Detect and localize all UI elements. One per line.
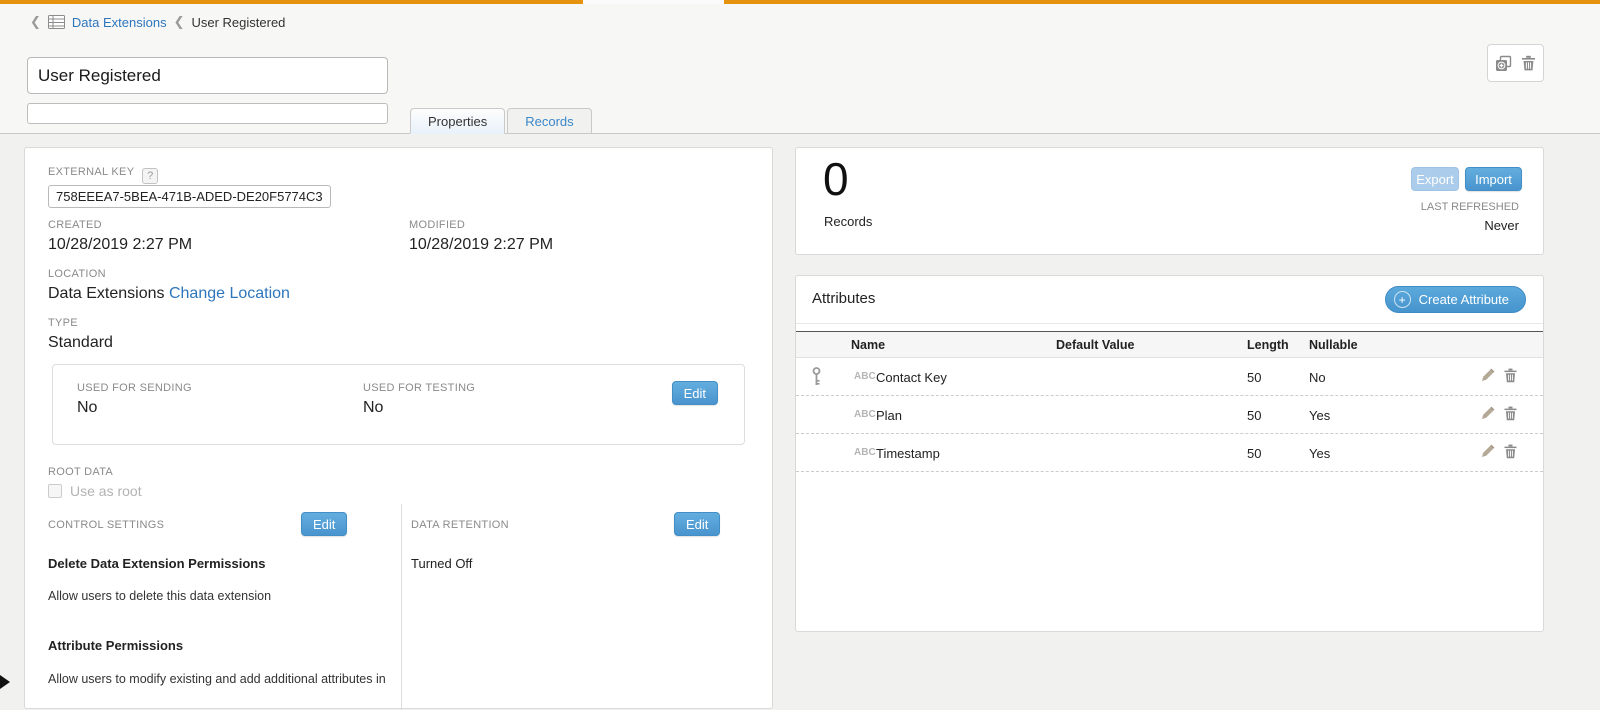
attribute-row: ABC Plan 50 Yes [796, 396, 1543, 434]
change-location-link[interactable]: Change Location [169, 285, 290, 302]
export-button[interactable]: Export [1411, 167, 1459, 191]
text-type-icon: ABC [854, 409, 876, 420]
attr-nullable: Yes [1309, 446, 1330, 461]
use-as-root-checkbox[interactable] [48, 484, 62, 498]
root-data-label: ROOT DATA [48, 466, 113, 478]
data-retention-value: Turned Off [411, 556, 472, 571]
attributes-title: Attributes [812, 290, 875, 307]
modified-label: MODIFIED [409, 219, 465, 231]
tab-properties[interactable]: Properties [410, 108, 505, 134]
attribute-row: ABC Timestamp 50 Yes [796, 434, 1543, 472]
modified-value: 10/28/2019 2:27 PM [409, 236, 553, 254]
data-retention-edit-button[interactable]: Edit [674, 512, 720, 536]
text-type-icon: ABC [854, 371, 876, 382]
records-panel: 0 Records Export Import LAST REFRESHED N… [795, 147, 1544, 255]
data-extension-grid-icon [48, 15, 65, 29]
attribute-permissions-desc: Allow users to modify existing and add a… [48, 672, 386, 686]
external-key-input[interactable] [48, 185, 331, 208]
used-for-testing-value: No [363, 399, 383, 417]
last-refreshed-value: Never [1484, 218, 1519, 233]
plus-icon: + [1394, 291, 1411, 308]
attr-nullable: No [1309, 370, 1326, 385]
breadcrumb-current: User Registered [191, 15, 285, 30]
copy-icon[interactable] [1495, 55, 1512, 72]
used-for-sending-label: USED FOR SENDING [77, 382, 192, 394]
attr-name: Contact Key [876, 370, 947, 385]
page-header: ❮ Data Extensions ❮ User Registered Prop… [0, 4, 1600, 134]
attr-length: 50 [1247, 408, 1261, 423]
edit-attribute-icon[interactable] [1481, 368, 1495, 383]
last-refreshed-label: LAST REFRESHED [1421, 201, 1519, 213]
primary-key-icon [812, 367, 821, 391]
control-settings-label: CONTROL SETTINGS [48, 519, 164, 531]
sending-settings-box: USED FOR SENDING No USED FOR TESTING No … [52, 364, 745, 445]
attributes-panel: Attributes + Create Attribute Name Defau… [795, 275, 1544, 632]
delete-attribute-icon[interactable] [1504, 444, 1517, 459]
attr-length: 50 [1247, 370, 1261, 385]
name-input[interactable] [27, 57, 388, 94]
delete-attribute-icon[interactable] [1504, 406, 1517, 421]
control-settings-divider [401, 504, 402, 710]
use-as-root-label: Use as root [70, 483, 142, 499]
delete-attribute-icon[interactable] [1504, 368, 1517, 383]
attributes-header-divider [796, 323, 1543, 324]
data-retention-label: DATA RETENTION [411, 519, 509, 531]
attributes-table-header: Name Default Value Length Nullable [796, 331, 1543, 358]
description-input[interactable] [27, 103, 388, 124]
tab-bar: Properties Records [410, 108, 592, 134]
sending-edit-button[interactable]: Edit [672, 381, 718, 405]
location-label: LOCATION [48, 268, 106, 280]
used-for-testing-label: USED FOR TESTING [363, 382, 475, 394]
column-nullable: Nullable [1309, 338, 1358, 352]
edit-attribute-icon[interactable] [1481, 406, 1495, 421]
attribute-permissions-title: Attribute Permissions [48, 638, 183, 653]
created-value: 10/28/2019 2:27 PM [48, 236, 192, 254]
attr-length: 50 [1247, 446, 1261, 461]
used-for-sending-value: No [77, 399, 97, 417]
import-button[interactable]: Import [1465, 167, 1522, 191]
type-value: Standard [48, 334, 113, 352]
text-type-icon: ABC [854, 447, 876, 458]
records-label: Records [824, 214, 872, 229]
create-attribute-button[interactable]: + Create Attribute [1385, 286, 1526, 313]
edit-attribute-icon[interactable] [1481, 444, 1495, 459]
properties-panel: EXTERNAL KEY? CREATED 10/28/2019 2:27 PM… [24, 147, 773, 709]
breadcrumb-back-icon[interactable]: ❮ [30, 14, 41, 30]
column-default-value: Default Value [1056, 338, 1135, 352]
type-label: TYPE [48, 317, 78, 329]
location-value: Data Extensions Change Location [48, 285, 290, 303]
attr-name: Timestamp [876, 446, 940, 461]
delete-icon[interactable] [1521, 55, 1536, 71]
attr-name: Plan [876, 408, 902, 423]
attribute-row: ABC Contact Key 50 No [796, 358, 1543, 396]
column-length: Length [1247, 338, 1289, 352]
breadcrumb: ❮ Data Extensions ❮ User Registered [30, 11, 285, 33]
external-key-label: EXTERNAL KEY? [48, 166, 158, 184]
delete-permissions-title: Delete Data Extension Permissions [48, 556, 265, 571]
delete-permissions-desc: Allow users to delete this data extensio… [48, 589, 271, 603]
column-name: Name [851, 338, 885, 352]
records-count: 0 [823, 154, 849, 205]
created-label: CREATED [48, 219, 102, 231]
expand-panel-arrow-icon[interactable] [0, 675, 10, 689]
control-settings-edit-button[interactable]: Edit [301, 512, 347, 536]
breadcrumb-separator-icon: ❮ [174, 14, 185, 30]
breadcrumb-parent-link[interactable]: Data Extensions [72, 15, 167, 30]
help-icon[interactable]: ? [142, 168, 158, 184]
attr-nullable: Yes [1309, 408, 1330, 423]
tab-records[interactable]: Records [507, 108, 591, 134]
header-actions [1487, 44, 1544, 82]
